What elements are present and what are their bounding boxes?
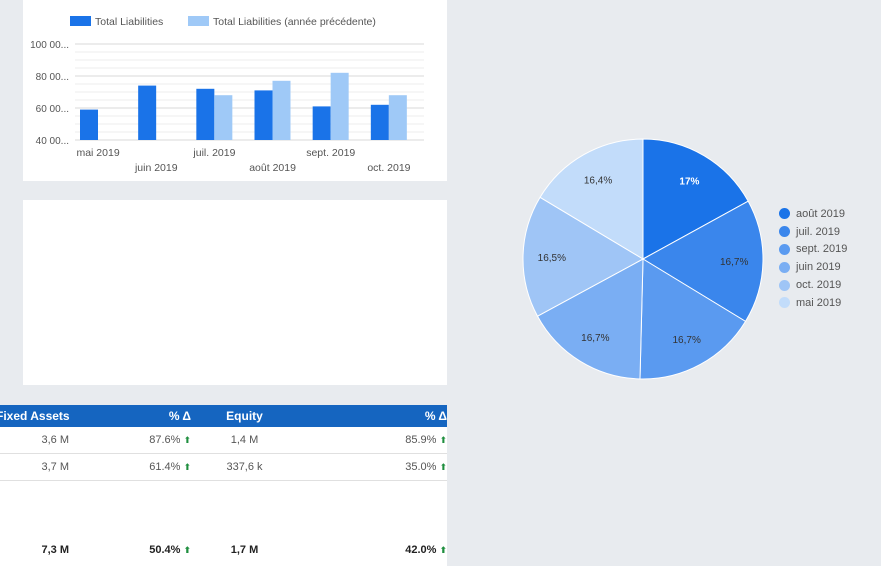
bar[interactable] bbox=[388, 95, 407, 140]
x-tick-label: juin 2019 bbox=[134, 162, 178, 174]
pie-legend-item[interactable]: juin 2019 bbox=[779, 258, 847, 276]
cell-fixed-assets: 3,7 M bbox=[0, 453, 75, 481]
cell-equity: 1,4 M bbox=[197, 427, 292, 454]
legend-swatch bbox=[70, 16, 91, 26]
bar[interactable] bbox=[138, 85, 157, 140]
pie-legend-label: mai 2019 bbox=[796, 296, 842, 309]
pie-legend-item[interactable]: août 2019 bbox=[779, 205, 847, 223]
summary-table: Fixed Assets % Δ Equity % Δ 3,6 M 87.6% ⬆… bbox=[0, 405, 447, 564]
header-pct-delta-1[interactable]: % Δ bbox=[75, 405, 197, 427]
pie-chart: 17% 16,7% 16,7% 16,7% 16,5% 16,4% bbox=[522, 138, 764, 380]
legend-dot bbox=[779, 208, 790, 220]
bar[interactable] bbox=[80, 109, 98, 140]
header-pct-delta-2[interactable]: % Δ bbox=[292, 405, 447, 427]
pie-legend-item[interactable]: oct. 2019 bbox=[779, 276, 847, 294]
table-total-row: 7,3 M 50.4% ⬆ 1,7 M 42.0% ⬆ bbox=[0, 536, 447, 564]
up-arrow-icon: ⬆ bbox=[183, 545, 191, 555]
x-tick-label: sept. 2019 bbox=[306, 147, 355, 159]
y-tick-label: 40 00... bbox=[36, 136, 69, 147]
pie-slice-label: 16,7% bbox=[720, 257, 748, 268]
x-tick-label: mai 2019 bbox=[76, 147, 119, 159]
bar[interactable] bbox=[272, 80, 291, 140]
table-header-row: Fixed Assets % Δ Equity % Δ bbox=[0, 405, 447, 427]
header-fixed-assets[interactable]: Fixed Assets bbox=[0, 405, 75, 427]
x-tick-label: juil. 2019 bbox=[192, 147, 235, 159]
bar-chart-1: Total Liabilities Total Liabilities (anné… bbox=[30, 16, 424, 174]
bar-chart-panel-2: Total LiabilitiesTotal Liabilities (anné… bbox=[23, 200, 447, 564]
up-arrow-icon: ⬆ bbox=[183, 435, 191, 445]
legend-dot bbox=[779, 261, 790, 273]
pie-chart-area: 17% 16,7% 16,7% 16,7% 16,5% 16,4% août 2019 ju… bbox=[470, 120, 881, 400]
pie-legend-label: oct. 2019 bbox=[796, 279, 842, 292]
pie-legend-item[interactable]: sept. 2019 bbox=[779, 241, 847, 259]
legend-label: Total Liabilities bbox=[95, 16, 163, 28]
up-arrow-icon: ⬆ bbox=[183, 462, 191, 472]
cell-pct-delta: 87.6% ⬆ bbox=[75, 427, 197, 454]
bar[interactable] bbox=[254, 90, 273, 140]
pie-slice-label: 17% bbox=[679, 177, 699, 188]
legend-dot bbox=[779, 226, 790, 238]
cell-equity: 337,6 k bbox=[197, 453, 292, 481]
y-tick-label: 80 00... bbox=[36, 72, 69, 83]
legend-swatch bbox=[188, 16, 209, 26]
cell-pct-delta: 85.9% ⬆ bbox=[292, 427, 447, 454]
bar[interactable] bbox=[214, 95, 233, 140]
table-row: 3,7 M 61.4% ⬆ 337,6 k 35.0% ⬆ bbox=[0, 453, 447, 481]
bar[interactable] bbox=[312, 106, 331, 140]
pie-legend-item[interactable]: mai 2019 bbox=[779, 294, 847, 312]
pie-slice-label: 16,5% bbox=[538, 253, 566, 264]
x-tick-label: oct. 2019 bbox=[367, 162, 410, 174]
cell-fixed-assets: 3,6 M bbox=[0, 427, 75, 454]
pie-legend-label: juil. 2019 bbox=[796, 225, 841, 238]
legend-dot bbox=[779, 279, 790, 291]
pie-legend-item[interactable]: juil. 2019 bbox=[779, 223, 847, 241]
up-arrow-icon: ⬆ bbox=[439, 545, 447, 555]
cell-pct-delta: 61.4% ⬆ bbox=[75, 453, 197, 481]
bar-chart-2: Total LiabilitiesTotal Liabilities (anné… bbox=[30, 420, 424, 564]
y-tick-label: 60 00... bbox=[36, 104, 69, 115]
total-equity: 1,7 M bbox=[230, 544, 259, 556]
legend-dot bbox=[779, 243, 790, 255]
pie-slice-label: 16,4% bbox=[584, 176, 612, 187]
pie-legend-label: sept. 2019 bbox=[796, 243, 848, 256]
pie-legend: août 2019 juil. 2019 sept. 2019 juin 2019 oc… bbox=[779, 205, 847, 312]
total-pct-delta: 42.0% ⬆ bbox=[405, 544, 447, 556]
table-spacer-row bbox=[0, 481, 447, 537]
bar-chart-panel-1: Total Liabilities Total Liabilities (anné… bbox=[23, 0, 447, 181]
pie-legend-label: juin 2019 bbox=[796, 261, 841, 274]
total-pct-delta: 50.4% ⬆ bbox=[149, 544, 191, 556]
table-row: 3,6 M 87.6% ⬆ 1,4 M 85.9% ⬆ bbox=[0, 427, 447, 454]
bar[interactable] bbox=[196, 88, 215, 140]
pie-slice-label: 16,7% bbox=[581, 333, 609, 344]
summary-table-panel: Fixed Assets % Δ Equity % Δ 3,6 M 87.6% ⬆… bbox=[0, 405, 447, 566]
up-arrow-icon: ⬆ bbox=[439, 435, 447, 445]
y-tick-label: 100 00... bbox=[30, 40, 69, 51]
legend-dot bbox=[779, 297, 790, 309]
bar[interactable] bbox=[330, 72, 349, 140]
x-tick-label: août 2019 bbox=[249, 162, 296, 174]
total-fixed-assets: 7,3 M bbox=[41, 544, 69, 556]
bar[interactable] bbox=[370, 104, 389, 140]
pie-slice-label: 16,7% bbox=[673, 335, 701, 346]
header-equity[interactable]: Equity bbox=[197, 405, 292, 427]
cell-pct-delta: 35.0% ⬆ bbox=[292, 453, 447, 481]
legend-label: Total Liabilities (année précédente) bbox=[213, 16, 376, 28]
up-arrow-icon: ⬆ bbox=[439, 462, 447, 472]
pie-legend-label: août 2019 bbox=[796, 207, 845, 220]
